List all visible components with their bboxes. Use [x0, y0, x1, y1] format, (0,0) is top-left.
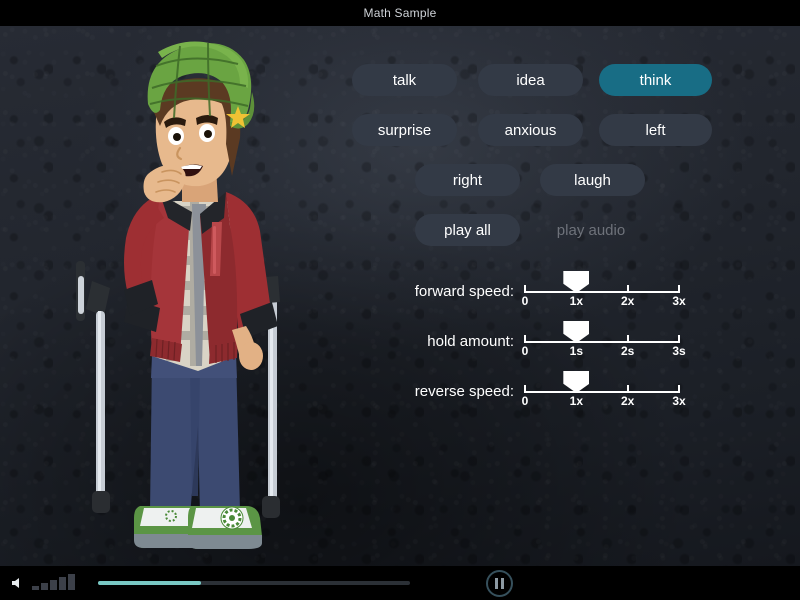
controls-panel: talk idea think surprise anxious left right lau…	[340, 26, 800, 566]
slider-tick-2-3	[678, 385, 680, 393]
slider-tick-label-2-0: 0	[521, 394, 529, 408]
slider-tick-1-0	[524, 335, 526, 343]
button-anxious[interactable]: anxious	[478, 114, 583, 146]
slider-label-1: hold amount:	[427, 333, 514, 350]
volume-bar-4	[59, 577, 66, 590]
pause-bar-right	[501, 578, 504, 589]
character-illustration	[40, 26, 340, 566]
volume-bars-icon[interactable]	[32, 574, 75, 590]
slider-thumb-2[interactable]	[563, 371, 590, 393]
slider-tick-label-1-3: 3s	[672, 344, 686, 358]
slider-thumb-0[interactable]	[563, 271, 590, 293]
slider-tick-label-2-2: 2x	[620, 394, 635, 408]
button-think[interactable]: think	[599, 64, 712, 96]
slider-label-2: reverse speed:	[414, 383, 514, 400]
button-idea[interactable]: idea	[478, 64, 583, 96]
slider-tick-0-0	[524, 285, 526, 293]
pause-bar-left	[495, 578, 498, 589]
slider-tick-label-0-0: 0	[521, 294, 529, 308]
crutch-left-graphic	[76, 261, 110, 513]
progress-bar[interactable]	[98, 581, 410, 585]
slider-label-0: forward speed:	[414, 283, 514, 300]
title-bar: Math Sample	[0, 0, 800, 26]
window-title: Math Sample	[363, 6, 437, 20]
slider-tick-0-2	[626, 285, 629, 293]
slider-thumb-1[interactable]	[563, 321, 590, 343]
button-talk[interactable]: talk	[352, 64, 457, 96]
app-window: Math Sample talk idea think surprise anx…	[0, 0, 800, 600]
slider-tick-1-2	[626, 335, 629, 343]
slider-tick-0-3	[678, 285, 680, 293]
button-laugh[interactable]: laugh	[540, 164, 645, 196]
slider-tick-label-0-2: 2x	[620, 294, 635, 308]
slider-tick-2-0	[524, 385, 526, 393]
shoes-graphic	[134, 506, 263, 549]
slider-0[interactable]: 0 1x 2x 3x	[521, 265, 686, 309]
button-play-audio: play audio	[556, 221, 626, 239]
slider-tick-label-2-1: 1x	[569, 394, 584, 408]
player-bar	[0, 566, 800, 600]
slider-track-0	[525, 291, 679, 293]
head-graphic	[143, 41, 255, 203]
slider-track-1	[525, 341, 679, 343]
speaker-icon[interactable]	[10, 576, 24, 590]
progress-bar-fill	[98, 581, 201, 585]
slider-tick-label-0-1: 1x	[569, 294, 584, 308]
slider-row-forward-speed: forward speed: 0 1x 2x 3x	[340, 265, 800, 309]
slider-tick-label-1-1: 1s	[569, 344, 584, 358]
slider-row-reverse-speed: reverse speed: 0 1x 2x 3x	[340, 365, 800, 409]
slider-1[interactable]: 0 1s 2s 3s	[521, 315, 686, 359]
slider-tick-label-1-0: 0	[521, 344, 529, 358]
slider-track-2	[525, 391, 679, 393]
slider-tick-1-3	[678, 335, 680, 343]
slider-tick-label-2-3: 3x	[672, 394, 686, 408]
volume-bar-2	[41, 583, 48, 590]
slider-tick-label-1-2: 2s	[620, 344, 635, 358]
jeans-graphic	[150, 356, 240, 515]
pause-button[interactable]	[486, 570, 513, 597]
volume-bar-5	[68, 574, 75, 590]
stage-area: talk idea think surprise anxious left right lau…	[0, 26, 800, 566]
button-surprise[interactable]: surprise	[352, 114, 457, 146]
volume-bar-3	[50, 580, 57, 590]
volume-bar-1	[32, 586, 39, 590]
slider-2[interactable]: 0 1x 2x 3x	[521, 365, 686, 409]
slider-tick-label-0-3: 3x	[672, 294, 686, 308]
slider-tick-2-2	[626, 385, 629, 393]
button-left[interactable]: left	[599, 114, 712, 146]
button-play-all[interactable]: play all	[415, 214, 520, 246]
slider-row-hold-amount: hold amount: 0 1s 2s 3s	[340, 315, 800, 359]
button-right[interactable]: right	[415, 164, 520, 196]
